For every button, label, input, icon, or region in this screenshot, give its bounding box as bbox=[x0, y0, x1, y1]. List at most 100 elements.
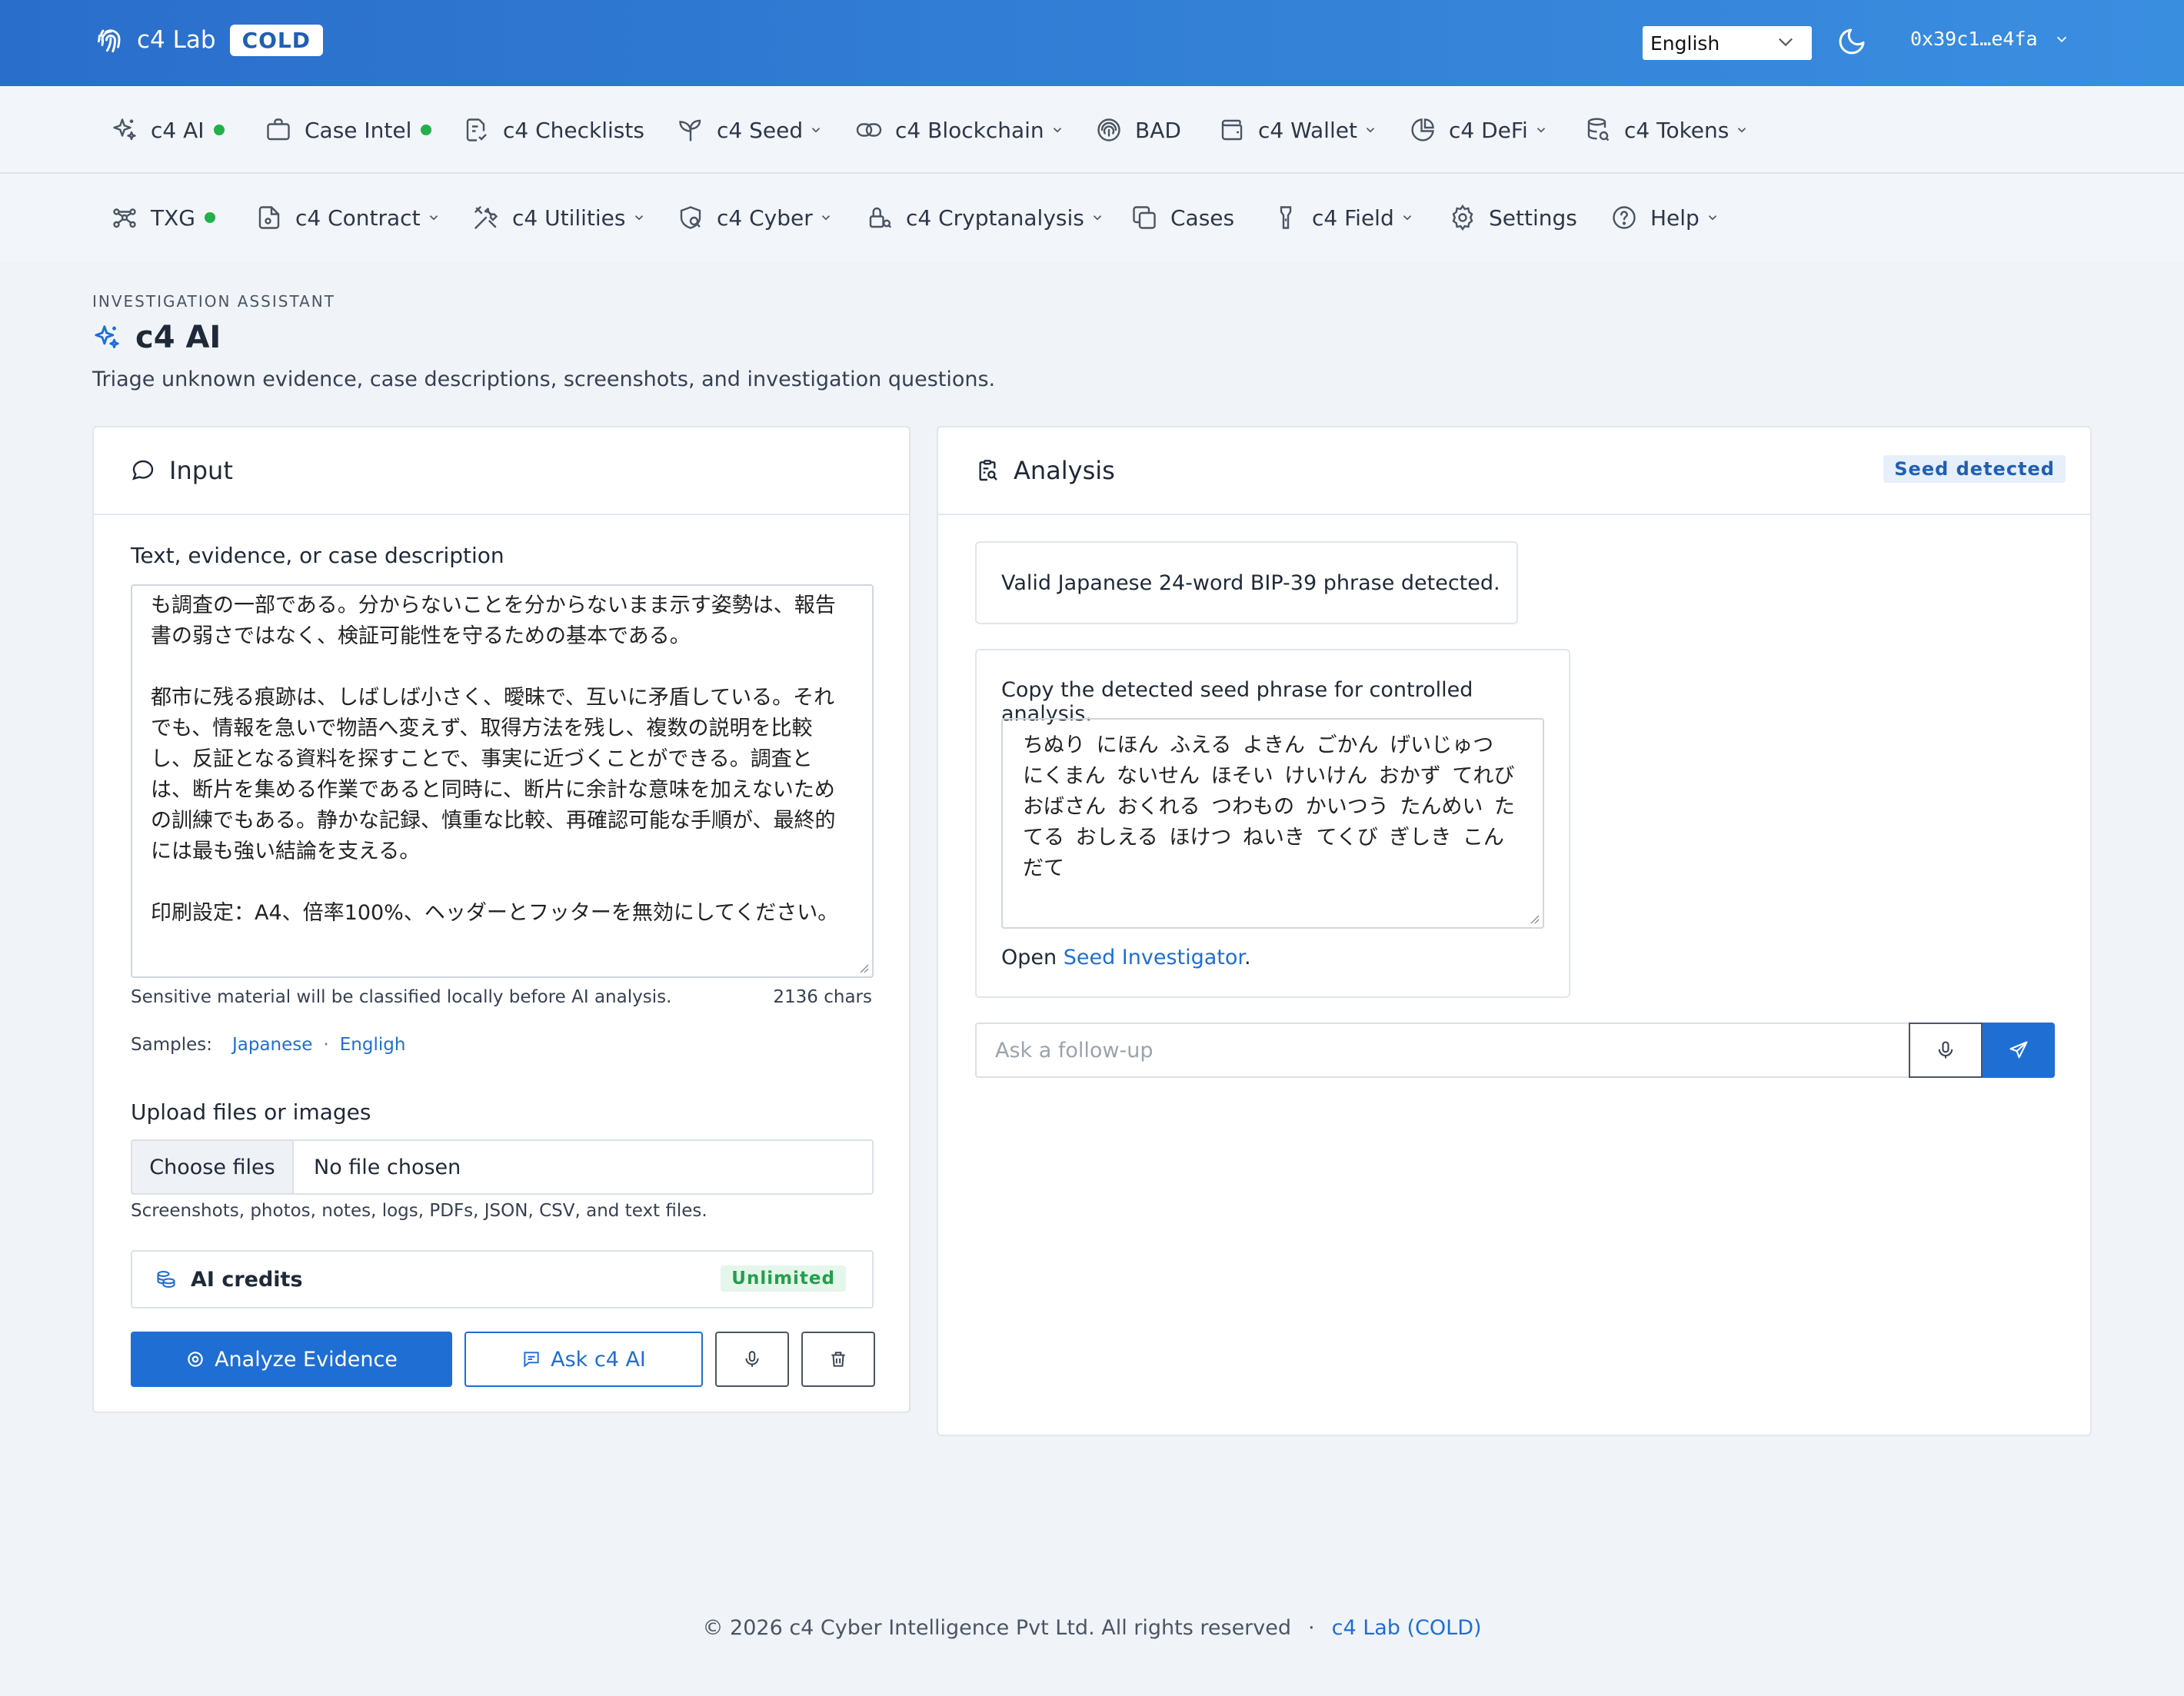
nav-c4-field[interactable]: c4 Field bbox=[1272, 174, 1414, 261]
analyze-evidence-button[interactable]: Analyze Evidence bbox=[131, 1332, 452, 1387]
nav-c4-wallet[interactable]: c4 Wallet bbox=[1218, 86, 1377, 174]
seed-copy-card: Copy the detected seed phrase for contro… bbox=[975, 649, 1570, 998]
voice-input-button[interactable] bbox=[715, 1332, 789, 1387]
analysis-result-text: Valid Japanese 24-word BIP-39 phrase det… bbox=[1001, 570, 1500, 595]
moon-icon[interactable] bbox=[1836, 26, 1867, 57]
nav-c4-blockchain[interactable]: c4 Blockchain bbox=[855, 86, 1064, 174]
top-bar: c4 Lab COLD English 0x39c1…e4fa bbox=[0, 0, 2184, 86]
analysis-panel-title: Analysis bbox=[1014, 456, 1115, 485]
followup-send-button[interactable] bbox=[1983, 1023, 2055, 1078]
chevron-down-icon bbox=[1738, 128, 1746, 133]
chevron-down-icon bbox=[1708, 215, 1716, 221]
nav-c4-cryptanalysis[interactable]: c4 Cryptanalysis bbox=[866, 174, 1104, 261]
open-prefix: Open bbox=[1001, 946, 1057, 969]
evidence-text: なければならない。十分な根拠が得られない場合は、結論を保留することも調査の一部で… bbox=[151, 586, 839, 925]
upload-help: Screenshots, photos, notes, logs, PDFs, … bbox=[131, 1201, 707, 1221]
wallet-address: 0x39c1…e4fa bbox=[1910, 28, 2038, 50]
page-eyebrow: INVESTIGATION ASSISTANT bbox=[92, 292, 335, 311]
ask-c4-ai-label: Ask c4 AI bbox=[551, 1347, 646, 1372]
nav-label: Settings bbox=[1489, 205, 1577, 231]
followup-input[interactable]: Ask a follow-up bbox=[975, 1023, 1916, 1078]
chevron-down-icon bbox=[821, 215, 830, 221]
nav-label: c4 Contract bbox=[295, 205, 421, 231]
coins-icon bbox=[157, 1271, 175, 1288]
seed-phrase-text: ちぬり にほん ふえる よきん ごかん げいじゅつ にくまん ないせん ほそい … bbox=[1023, 733, 1515, 880]
target-icon bbox=[188, 1352, 203, 1367]
seed-phrase-textarea[interactable]: ちぬり にほん ふえる よきん ごかん げいじゅつ にくまん ないせん ほそい … bbox=[1001, 718, 1544, 929]
resize-handle-icon[interactable] bbox=[1529, 913, 1540, 924]
wallet-icon bbox=[1221, 119, 1243, 141]
file-status: No file chosen bbox=[314, 1155, 461, 1179]
analysis-result-card: Valid Japanese 24-word BIP-39 phrase det… bbox=[975, 541, 1518, 624]
ai-credits-label: AI credits bbox=[191, 1267, 303, 1292]
nav-label: TXG bbox=[151, 205, 195, 231]
evidence-textarea[interactable]: なければならない。十分な根拠が得られない場合は、結論を保留することも調査の一部で… bbox=[131, 584, 874, 978]
sample-english-link[interactable]: Engligh bbox=[340, 1035, 406, 1055]
file-upload-input[interactable]: Choose files No file chosen bbox=[131, 1139, 874, 1195]
chevron-down-icon bbox=[1779, 38, 1793, 47]
nav-c4-contract[interactable]: c4 Contract bbox=[255, 174, 441, 261]
microphone-icon bbox=[745, 1351, 759, 1367]
chevron-down-icon bbox=[2056, 36, 2066, 42]
tools-icon bbox=[474, 206, 498, 229]
nav-label: Help bbox=[1650, 205, 1700, 231]
analyze-evidence-label: Analyze Evidence bbox=[215, 1347, 398, 1372]
nav-c4-cyber[interactable]: c4 Cyber bbox=[677, 174, 833, 261]
nav-txg[interactable]: TXG bbox=[111, 174, 215, 261]
footer-c4-lab-link[interactable]: c4 Lab (COLD) bbox=[1332, 1616, 1482, 1640]
language-select[interactable]: English bbox=[1643, 26, 1812, 60]
seed-investigator-link[interactable]: Seed Investigator bbox=[1064, 946, 1244, 969]
nav-case-intel[interactable]: Case Intel bbox=[265, 86, 432, 174]
main-nav-row-2: TXG c4 Contract c4 Utilities c4 Cyber c4… bbox=[0, 174, 2184, 261]
text-field-label: Text, evidence, or case description bbox=[131, 543, 504, 568]
ask-c4-ai-button[interactable]: Ask c4 AI bbox=[464, 1332, 703, 1387]
samples-row: Samples: Japanese · Engligh bbox=[131, 1035, 405, 1055]
sample-separator: · bbox=[323, 1035, 329, 1055]
nav-c4-tokens[interactable]: c4 Tokens bbox=[1584, 86, 1749, 174]
nav-label: Cases bbox=[1170, 205, 1235, 231]
nav-help[interactable]: Help bbox=[1610, 174, 1720, 261]
flashlight-icon bbox=[1280, 206, 1292, 229]
chevron-down-icon bbox=[1403, 215, 1411, 221]
clear-button[interactable] bbox=[801, 1332, 875, 1387]
nav-label: c4 Tokens bbox=[1624, 117, 1730, 143]
chevron-down-icon bbox=[1366, 128, 1375, 133]
status-dot bbox=[421, 125, 432, 135]
footer-separator: · bbox=[1308, 1616, 1315, 1640]
nav-c4-utilities[interactable]: c4 Utilities bbox=[472, 174, 646, 261]
chevron-down-icon bbox=[634, 215, 643, 221]
page-subtitle: Triage unknown evidence, case descriptio… bbox=[92, 367, 996, 391]
sparkle-icon bbox=[113, 118, 136, 141]
nav-label: c4 Checklists bbox=[503, 117, 644, 143]
nav-c4-defi[interactable]: c4 DeFi bbox=[1409, 86, 1548, 174]
nav-c4-ai[interactable]: c4 AI bbox=[111, 86, 225, 174]
ai-credits-card: AI credits Unlimited bbox=[131, 1250, 874, 1309]
choose-files-button[interactable]: Choose files bbox=[132, 1141, 294, 1193]
footer-copyright: © 2026 c4 Cyber Intelligence Pvt Ltd. Al… bbox=[702, 1616, 1292, 1640]
microphone-icon bbox=[1938, 1041, 1953, 1059]
sprout-icon bbox=[679, 119, 701, 141]
resize-handle-icon[interactable] bbox=[858, 963, 869, 973]
input-panel-header: Input bbox=[94, 427, 909, 515]
nav-c4-seed[interactable]: c4 Seed bbox=[677, 86, 823, 174]
nav-label: c4 DeFi bbox=[1449, 117, 1528, 143]
database-search-icon bbox=[1587, 118, 1610, 141]
nav-bad[interactable]: BAD bbox=[1095, 86, 1181, 174]
followup-voice-button[interactable] bbox=[1909, 1023, 1983, 1078]
nav-c4-checklists[interactable]: c4 Checklists bbox=[463, 86, 644, 174]
nav-settings[interactable]: Settings bbox=[1449, 174, 1577, 261]
wallet-account-menu[interactable]: 0x39c1…e4fa bbox=[1910, 28, 2070, 50]
brand[interactable]: c4 Lab COLD bbox=[94, 23, 324, 57]
nav-cases[interactable]: Cases bbox=[1130, 174, 1234, 261]
gear-icon bbox=[1452, 204, 1473, 231]
chevron-down-icon bbox=[429, 215, 438, 221]
chevron-down-icon bbox=[1536, 128, 1545, 133]
nav-label: BAD bbox=[1135, 117, 1181, 143]
analysis-panel: Analysis Seed detected Valid Japanese 24… bbox=[937, 426, 2092, 1436]
sample-japanese-link[interactable]: Japanese bbox=[232, 1035, 312, 1055]
briefcase-icon bbox=[267, 118, 290, 141]
nav-label: c4 Blockchain bbox=[895, 117, 1044, 143]
help-circle-icon bbox=[1613, 206, 1636, 229]
upload-label: Upload files or images bbox=[131, 1099, 371, 1125]
checklist-icon bbox=[466, 118, 487, 141]
